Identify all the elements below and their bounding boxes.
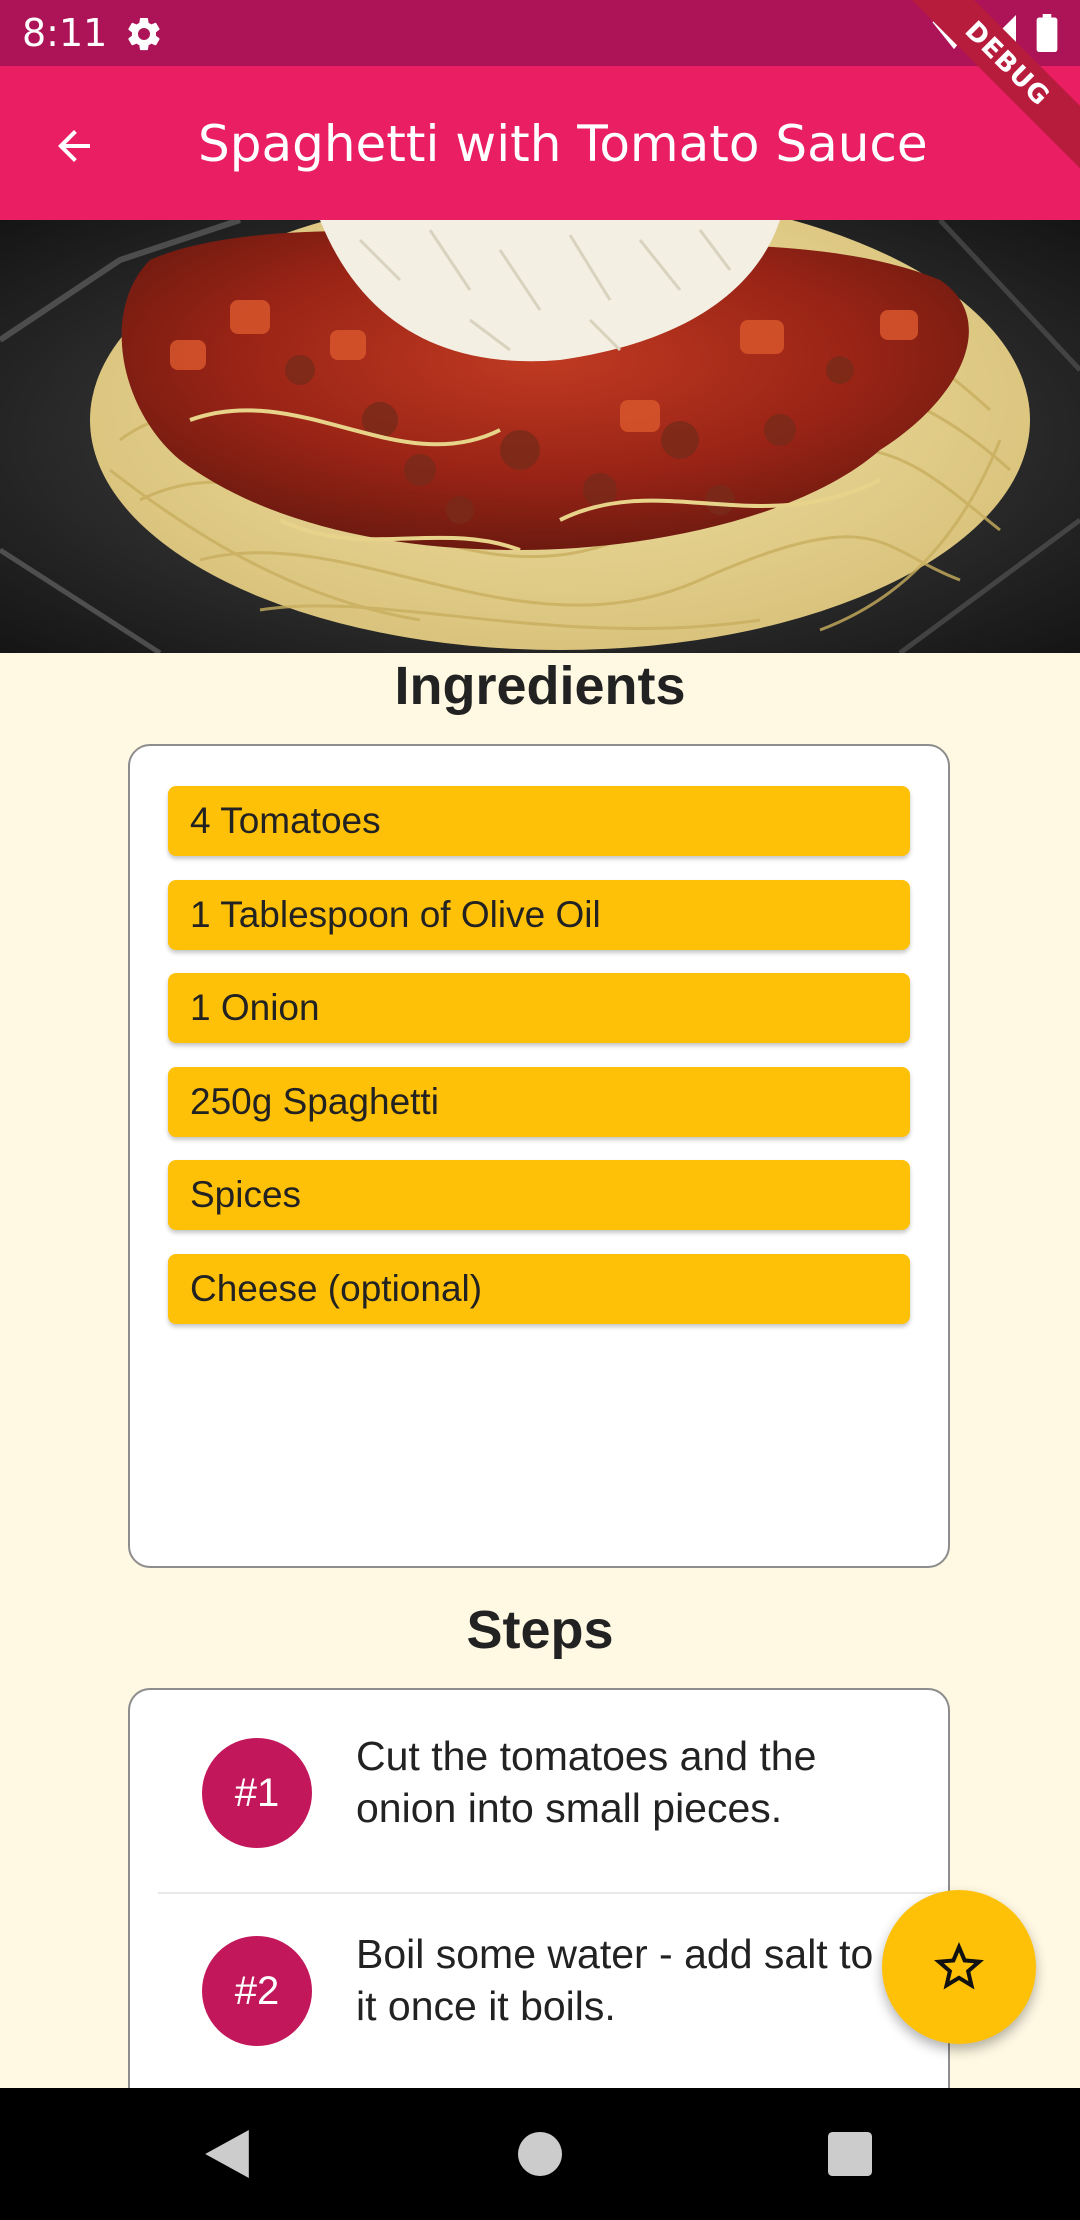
status-bar: 8:11 [0, 0, 1080, 66]
arrow-back-icon [58, 130, 90, 162]
step-item: #1 Cut the tomatoes and the onion into s… [130, 1690, 948, 1886]
nav-home-icon[interactable] [518, 2132, 562, 2176]
step-text: Boil some water - add salt to it once it… [356, 1931, 874, 2029]
ingredient-item: Spices [168, 1160, 910, 1230]
favorite-button[interactable] [882, 1890, 1036, 2044]
ingredients-title: Ingredients [394, 656, 686, 716]
back-button[interactable] [38, 110, 110, 182]
system-nav-bar [0, 2088, 1080, 2220]
status-time: 8:11 [22, 11, 108, 55]
star-outline-icon [934, 1942, 984, 1990]
step-number-badge: #2 [202, 1936, 312, 2046]
page-title: Spaghetti with Tomato Sauce [198, 115, 928, 173]
recipe-hero-image [0, 220, 1080, 653]
ingredient-item: 1 Tablespoon of Olive Oil [168, 880, 910, 950]
step-item: #2 Boil some water - add salt to it once… [130, 1888, 948, 2084]
signal-icon [982, 15, 1016, 49]
steps-title: Steps [466, 1600, 614, 1660]
ingredient-item: 250g Spaghetti [168, 1067, 910, 1137]
ingredients-card: 4 Tomatoes 1 Tablespoon of Olive Oil 1 O… [128, 744, 950, 1568]
ingredient-item: 1 Onion [168, 973, 910, 1043]
nav-back-icon[interactable] [204, 2130, 250, 2178]
step-number-badge: #1 [202, 1738, 312, 1848]
app-bar: Spaghetti with Tomato Sauce [0, 66, 1080, 220]
battery-icon [1036, 14, 1058, 52]
steps-card: #1 Cut the tomatoes and the onion into s… [128, 1688, 950, 2148]
settings-gear-icon [128, 17, 160, 51]
ingredient-item: 4 Tomatoes [168, 786, 910, 856]
step-text: Cut the tomatoes and the onion into smal… [356, 1733, 817, 1831]
recipe-detail-screen: 8:11 Spaghetti with Tomato Sauce DEBUG I… [0, 0, 1080, 2220]
spaghetti-photo [0, 220, 1080, 653]
ingredient-item: Cheese (optional) [168, 1254, 910, 1324]
nav-recents-icon[interactable] [828, 2132, 872, 2176]
wifi-icon [932, 14, 976, 50]
